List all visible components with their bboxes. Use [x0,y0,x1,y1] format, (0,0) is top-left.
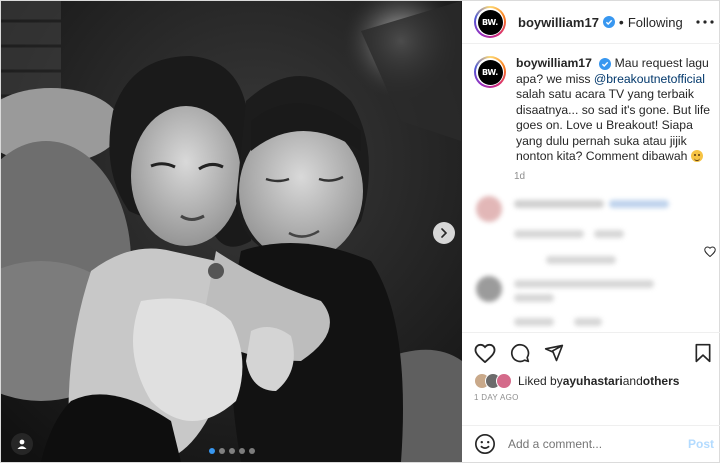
carousel-next-button[interactable] [433,222,455,244]
caption-timestamp: 1d [514,170,526,182]
action-icons-row [474,341,712,365]
author-avatar[interactable]: BW. [474,6,506,38]
caption-text: boywilliam17 Mau request lagu apa? we mi… [512,56,712,165]
author-username[interactable]: boywilliam17 [518,15,599,30]
carousel-dot [218,448,225,454]
likes-others-link[interactable]: others [643,374,680,388]
post-actions: Liked by ayuhastari and others 1 DAY AGO [462,332,720,425]
smiley-icon[interactable] [474,433,496,455]
comment-item [474,275,712,333]
header-separator: • [618,14,624,30]
verified-badge-icon [599,57,612,70]
add-comment-input[interactable] [508,437,688,451]
following-button[interactable]: Following [628,15,683,30]
comment-item [474,195,712,266]
paper-plane-icon[interactable] [544,343,564,363]
liker-avatars[interactable] [474,373,512,389]
grinning-emoji-icon [690,150,703,162]
add-comment-bar: Post [462,425,720,462]
comment-avatar [476,195,502,222]
carousel-indicator [1,448,462,454]
carousel-dot [248,448,255,454]
comment-like-icon[interactable] [704,246,716,257]
caption-avatar-logo-text: BW. [477,59,503,85]
comment-avatar [476,275,502,302]
bookmark-icon[interactable] [694,343,712,363]
post-timestamp: 1 DAY AGO [474,393,519,402]
carousel-dot [208,448,215,454]
likes-summary: Liked by ayuhastari and others [474,373,712,389]
post-caption: BW. boywilliam17 Mau request lagu apa? w… [474,56,712,165]
post-photo[interactable] [1,1,462,462]
instagram-post: BW. boywilliam17 • Following BW. boywill… [0,0,720,463]
photo-image [1,1,462,462]
verified-badge-icon [602,16,615,28]
caption-avatar[interactable]: BW. [474,56,506,88]
carousel-dot [228,448,235,454]
likes-joiner: and [622,374,643,388]
heart-icon[interactable] [474,343,496,363]
post-header: BW. boywilliam17 • Following [462,1,720,44]
more-options-button[interactable] [696,20,714,24]
liker-avatar [496,373,512,389]
caption-text-part2: salah satu acara TV yang terbaik disaatn… [516,87,711,163]
post-comment-button[interactable]: Post [688,437,714,451]
first-liker-link[interactable]: ayuhastari [563,374,623,388]
caption-mention-link[interactable]: @breakoutnetofficial [594,72,705,86]
avatar-logo-text: BW. [477,9,503,35]
comments-section[interactable]: BW. boywilliam17 Mau request lagu apa? w… [462,44,720,332]
caption-username[interactable]: boywilliam17 [516,56,592,70]
post-details-panel: BW. boywilliam17 • Following BW. boywill… [462,1,720,462]
more-horizontal-icon [696,20,714,24]
carousel-dot [238,448,245,454]
comment-icon[interactable] [510,343,530,363]
chevron-right-icon [441,228,448,238]
likes-prefix: Liked by [518,374,563,388]
